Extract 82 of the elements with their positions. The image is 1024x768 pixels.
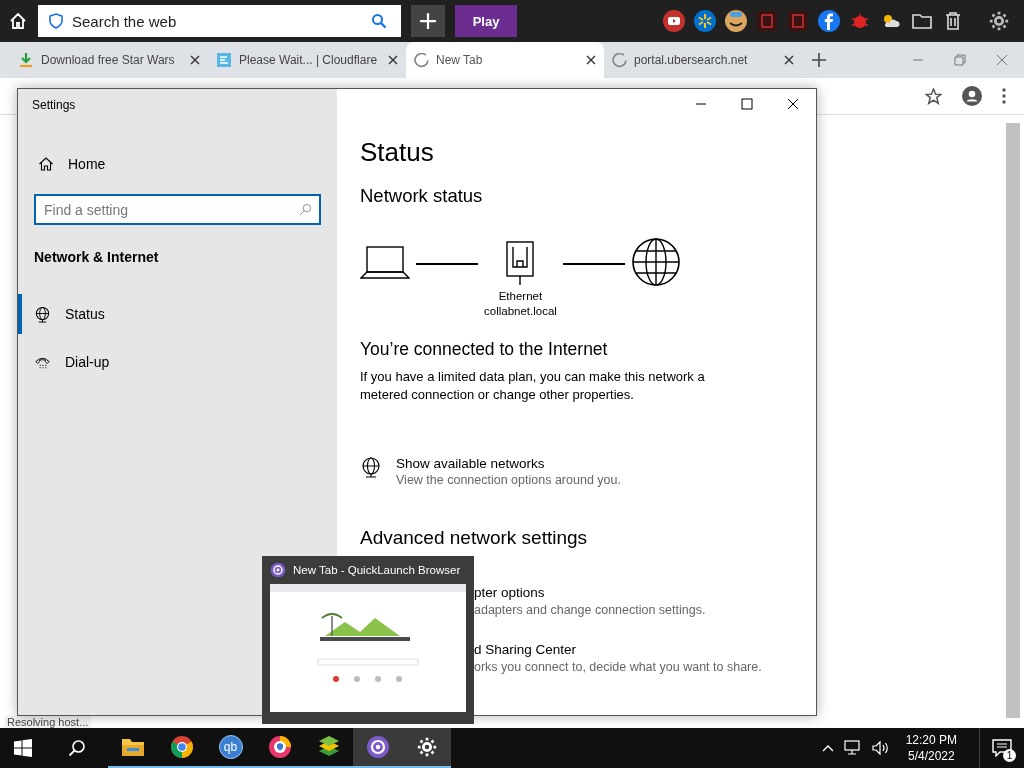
- link-subtitle: View the connection options around you.: [396, 473, 621, 487]
- circle-logo-icon: [169, 735, 194, 759]
- spark-app-icon[interactable]: [694, 10, 716, 32]
- close-icon[interactable]: [787, 98, 799, 110]
- show-networks-link[interactable]: Show available networks View the connection options around you.: [360, 456, 660, 487]
- close-icon[interactable]: [586, 55, 596, 65]
- nav-item[interactable]: Dial-up: [18, 342, 337, 382]
- download-icon: [18, 52, 34, 68]
- scrollbar[interactable]: [1006, 123, 1020, 718]
- status-text: Resolving host...: [4, 716, 92, 728]
- volume-icon[interactable]: [871, 740, 890, 756]
- profile-icon[interactable]: [962, 86, 982, 106]
- spinner-icon: [612, 52, 627, 68]
- section-heading: Advanced network settings: [360, 527, 589, 549]
- browser-tab[interactable]: Please Wait... | Cloudflare: [208, 42, 406, 78]
- quicklaunch-icon: [270, 562, 286, 578]
- adapter-name: Ethernet: [498, 289, 543, 304]
- network-name: collabnet.local: [484, 304, 557, 319]
- maximize-icon[interactable]: [741, 98, 753, 110]
- shield-icon: [48, 13, 64, 29]
- window-title: Settings: [32, 98, 76, 112]
- close-icon[interactable]: [784, 55, 794, 65]
- tab-label: Please Wait... | Cloudflare: [239, 53, 379, 67]
- caret-icon[interactable]: [821, 744, 834, 752]
- quicklaunch-icon: [365, 735, 390, 759]
- link-title[interactable]: pter options: [474, 585, 545, 600]
- taskbar-app[interactable]: [402, 728, 451, 768]
- section-heading: Network status: [360, 185, 484, 207]
- globe-icon: [630, 237, 681, 287]
- app-logo: qb: [218, 735, 243, 759]
- link-title: Show available networks: [396, 456, 545, 471]
- notification-badge: 1: [1003, 749, 1016, 762]
- page-icon: [216, 52, 232, 68]
- home-icon[interactable]: [8, 11, 28, 31]
- browser-tab[interactable]: portal.ubersearch.net: [604, 42, 802, 78]
- add-button[interactable]: [411, 5, 445, 37]
- shield-logo-icon: [267, 735, 292, 759]
- taskbar-app[interactable]: qb: [206, 728, 255, 768]
- preview-title: New Tab - QuickLaunch Browser: [293, 564, 461, 576]
- link-title[interactable]: d Sharing Center: [474, 642, 577, 657]
- globe-icon: [360, 456, 382, 478]
- home-icon: [38, 156, 54, 172]
- spinner-icon: [414, 52, 429, 68]
- folder-icon: [120, 737, 145, 757]
- link-subtitle: adapters and change connection settings.: [474, 603, 706, 617]
- connection-status: You’re connected to the Internet: [360, 339, 609, 360]
- menu-icon[interactable]: [1002, 88, 1006, 104]
- connection-description: If you have a limited data plan, you can make this network a metered connection or change other properties.: [360, 368, 706, 404]
- play-button[interactable]: Play: [455, 5, 517, 37]
- close-icon[interactable]: [190, 55, 200, 65]
- taskbar-app[interactable]: [353, 728, 402, 768]
- settings-icon: [415, 736, 438, 758]
- search-icon: [299, 203, 312, 216]
- bookmark-star-icon[interactable]: [925, 87, 942, 105]
- globe-icon: [34, 305, 51, 323]
- browser-tab[interactable]: New Tab: [406, 42, 604, 78]
- video-app-icon[interactable]: [663, 10, 685, 32]
- close-icon[interactable]: [388, 55, 398, 65]
- home-link[interactable]: Home: [18, 144, 337, 184]
- search-field[interactable]: Find a setting: [34, 194, 321, 225]
- tab-label: Download free Star Wars: [41, 53, 176, 67]
- page-title: Status: [360, 137, 435, 168]
- start-icon[interactable]: [14, 739, 32, 757]
- search-field[interactable]: Search the web: [38, 5, 401, 37]
- link-subtitle: orks you connect to, decide what you want to share.: [474, 660, 762, 674]
- search-icon[interactable]: [68, 739, 86, 757]
- tab-label: portal.ubersearch.net: [634, 53, 749, 67]
- clock-time[interactable]: 12:20 PM: [905, 732, 957, 748]
- notification-icon[interactable]: [992, 739, 1012, 757]
- browser-tab[interactable]: Download free Star Wars: [10, 42, 208, 78]
- settings-icon[interactable]: [988, 10, 1010, 32]
- tab-label: New Tab: [436, 53, 484, 67]
- nav-item[interactable]: Status: [18, 294, 337, 334]
- section-heading: Network & Internet: [34, 249, 159, 265]
- clock-date[interactable]: 5/4/2022: [907, 748, 955, 764]
- laptop-icon: [360, 245, 410, 281]
- ethernet-port-icon: [506, 241, 535, 285]
- taskbar-preview[interactable]: New Tab - QuickLaunch Browser: [262, 556, 474, 724]
- network-icon[interactable]: [843, 740, 862, 756]
- plus-icon: [419, 12, 437, 30]
- new-tab-icon[interactable]: [812, 53, 826, 67]
- social-app-icon[interactable]: [818, 10, 840, 32]
